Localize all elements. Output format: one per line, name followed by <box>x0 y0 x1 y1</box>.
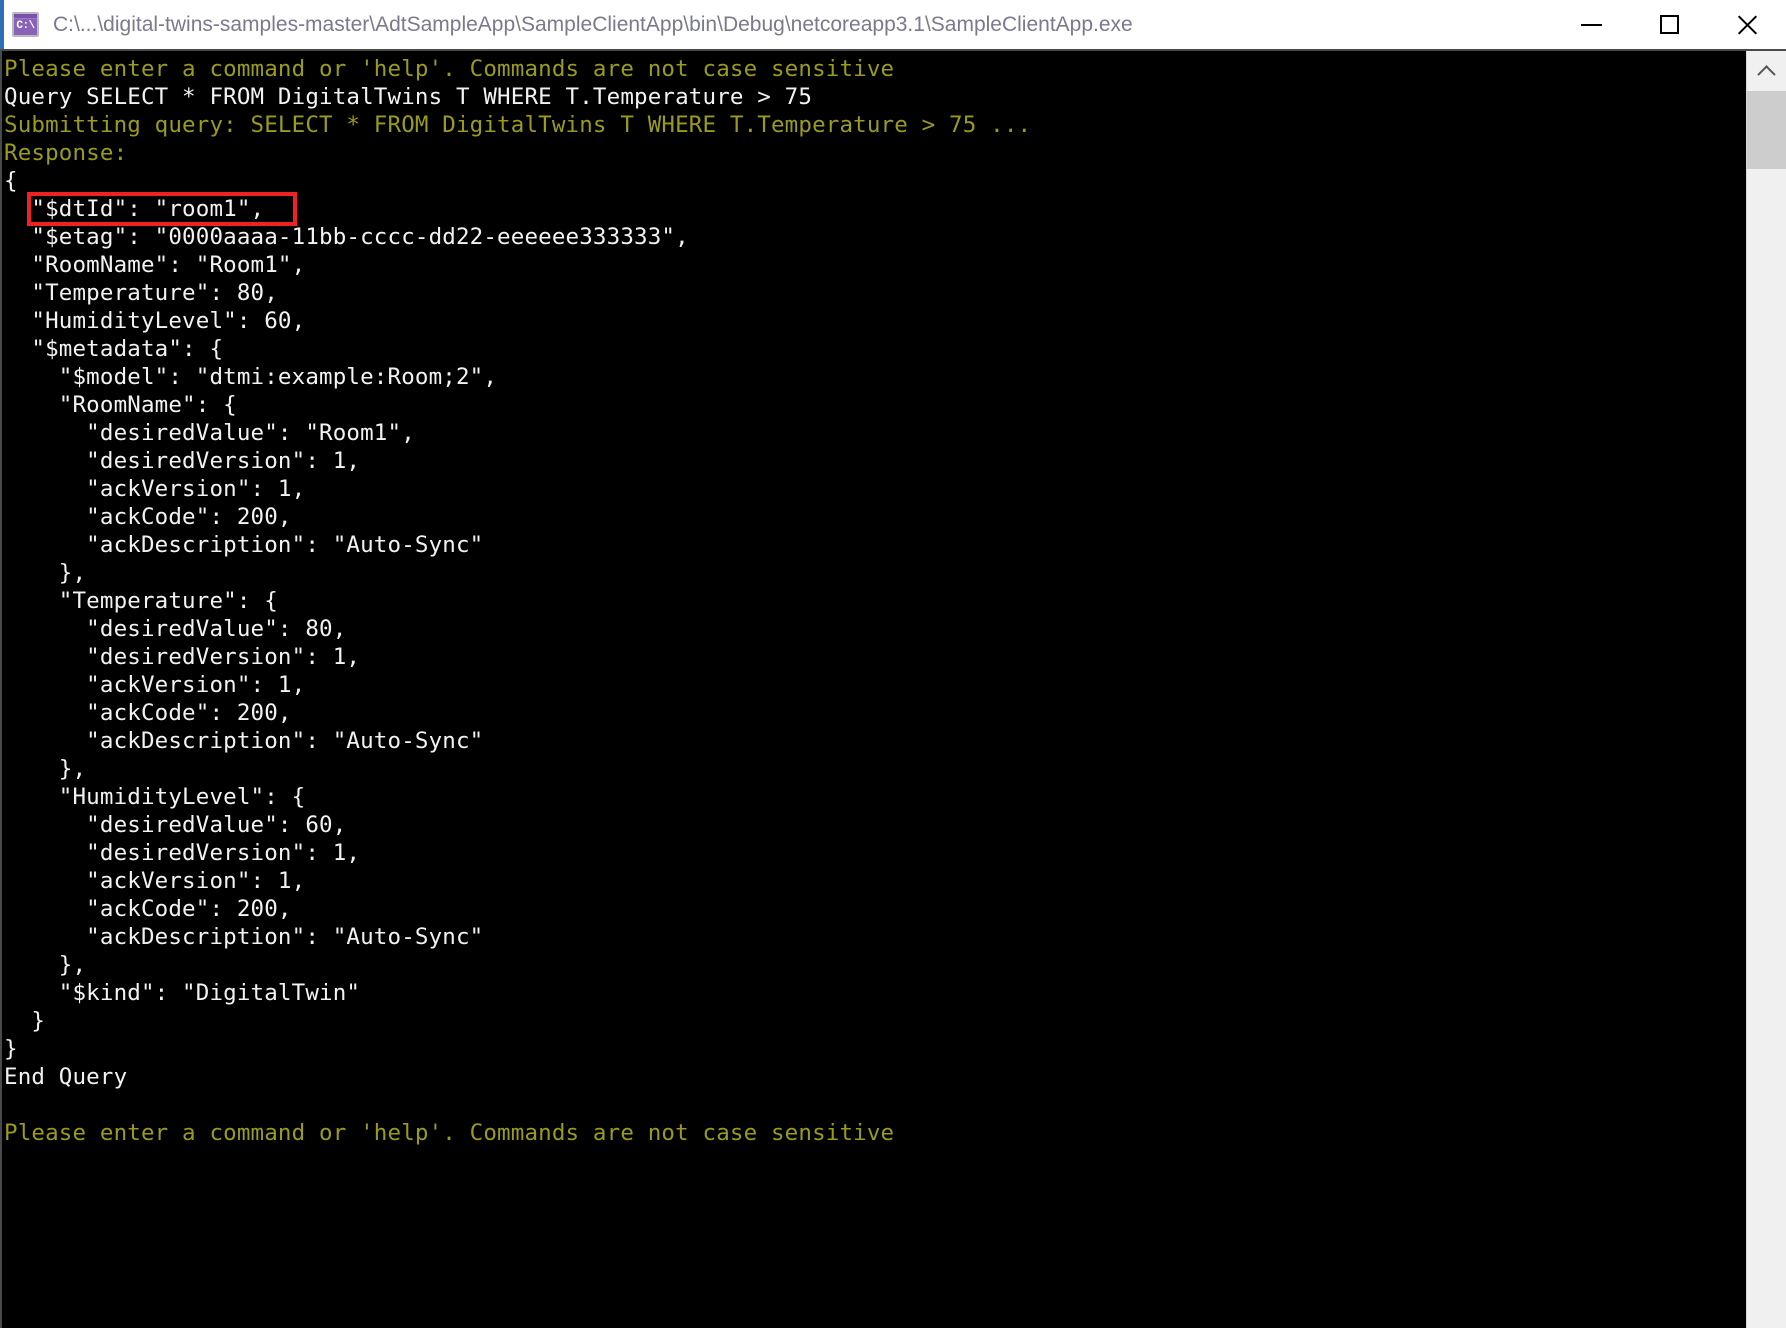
console-line: "HumidityLevel": 60, <box>4 308 306 334</box>
console-line: "ackDescription": "Auto-Sync" <box>4 924 484 950</box>
chevron-up-icon <box>1757 64 1776 84</box>
console-line: "$kind": "DigitalTwin" <box>4 980 361 1006</box>
console-line: Please enter a command or 'help'. Comman… <box>4 1120 895 1146</box>
console-body: Please enter a command or 'help'. Comman… <box>0 49 1786 1328</box>
console-line: "RoomName": { <box>4 392 237 418</box>
console-line: "RoomName": "Room1", <box>4 252 306 278</box>
console-line: "ackCode": 200, <box>4 896 292 922</box>
console-line: "desiredVersion": 1, <box>4 448 361 474</box>
console-line: "HumidityLevel": { <box>4 784 306 810</box>
maximize-button[interactable] <box>1630 0 1708 49</box>
window-controls <box>1552 0 1786 49</box>
maximize-icon <box>1659 15 1679 34</box>
console-line: }, <box>4 560 87 586</box>
console-line: }, <box>4 952 87 978</box>
console-line: "$metadata": { <box>4 336 224 362</box>
console-line: "desiredValue": 80, <box>4 616 347 642</box>
console-window: C:\ C:\...\digital-twins-samples-master\… <box>0 0 1786 1328</box>
console-line: Please enter a command or 'help'. Comman… <box>4 56 895 82</box>
console-line: "ackCode": 200, <box>4 700 292 726</box>
title-bar[interactable]: C:\ C:\...\digital-twins-samples-master\… <box>0 0 1786 49</box>
icon-label: C:\ <box>16 20 35 32</box>
close-button[interactable] <box>1708 0 1786 49</box>
console-line: "$model": "dtmi:example:Room;2", <box>4 364 498 390</box>
console-line: Submitting query: SELECT * FROM DigitalT… <box>4 112 1032 138</box>
minimize-button[interactable] <box>1552 0 1630 49</box>
console-line: { <box>4 168 18 194</box>
console-line: "desiredValue": "Room1", <box>4 420 415 446</box>
console-line-list: Please enter a command or 'help'. Comman… <box>2 55 1746 1147</box>
titlebar-accent-stripe <box>0 0 4 49</box>
close-icon <box>1736 14 1758 36</box>
minimize-icon <box>1580 23 1602 26</box>
console-line: "Temperature": 80, <box>4 280 278 306</box>
console-line: "ackVersion": 1, <box>4 672 306 698</box>
console-line: "ackDescription": "Auto-Sync" <box>4 532 484 558</box>
console-line: "ackVersion": 1, <box>4 476 306 502</box>
scrollbar-track[interactable] <box>1747 91 1786 1328</box>
console-line: "Temperature": { <box>4 588 278 614</box>
console-line: "$dtId": "room1", <box>4 196 265 222</box>
console-line: "ackVersion": 1, <box>4 868 306 894</box>
console-line: } <box>4 1036 18 1062</box>
command-prompt-icon: C:\ <box>12 12 39 37</box>
console-line: End Query <box>4 1064 128 1090</box>
scrollbar-thumb[interactable] <box>1747 91 1786 169</box>
vertical-scrollbar[interactable] <box>1746 51 1786 1328</box>
console-line: "ackCode": 200, <box>4 504 292 530</box>
console-line: }, <box>4 756 87 782</box>
console-line: "$etag": "0000aaaa-11bb-cccc-dd22-eeeeee… <box>4 224 689 250</box>
console-line: Query SELECT * FROM DigitalTwins T WHERE… <box>4 84 813 110</box>
console-line: Response: <box>4 140 128 166</box>
scroll-up-button[interactable] <box>1747 51 1786 91</box>
icon-titlebar-strip <box>14 14 37 19</box>
console-line: "desiredValue": 60, <box>4 812 347 838</box>
console-line: "desiredVersion": 1, <box>4 644 361 670</box>
console-line: "desiredVersion": 1, <box>4 840 361 866</box>
console-line: "ackDescription": "Auto-Sync" <box>4 728 484 754</box>
console-output[interactable]: Please enter a command or 'help'. Comman… <box>2 51 1746 1328</box>
console-line: } <box>4 1008 46 1034</box>
window-title: C:\...\digital-twins-samples-master\AdtS… <box>53 12 1133 36</box>
